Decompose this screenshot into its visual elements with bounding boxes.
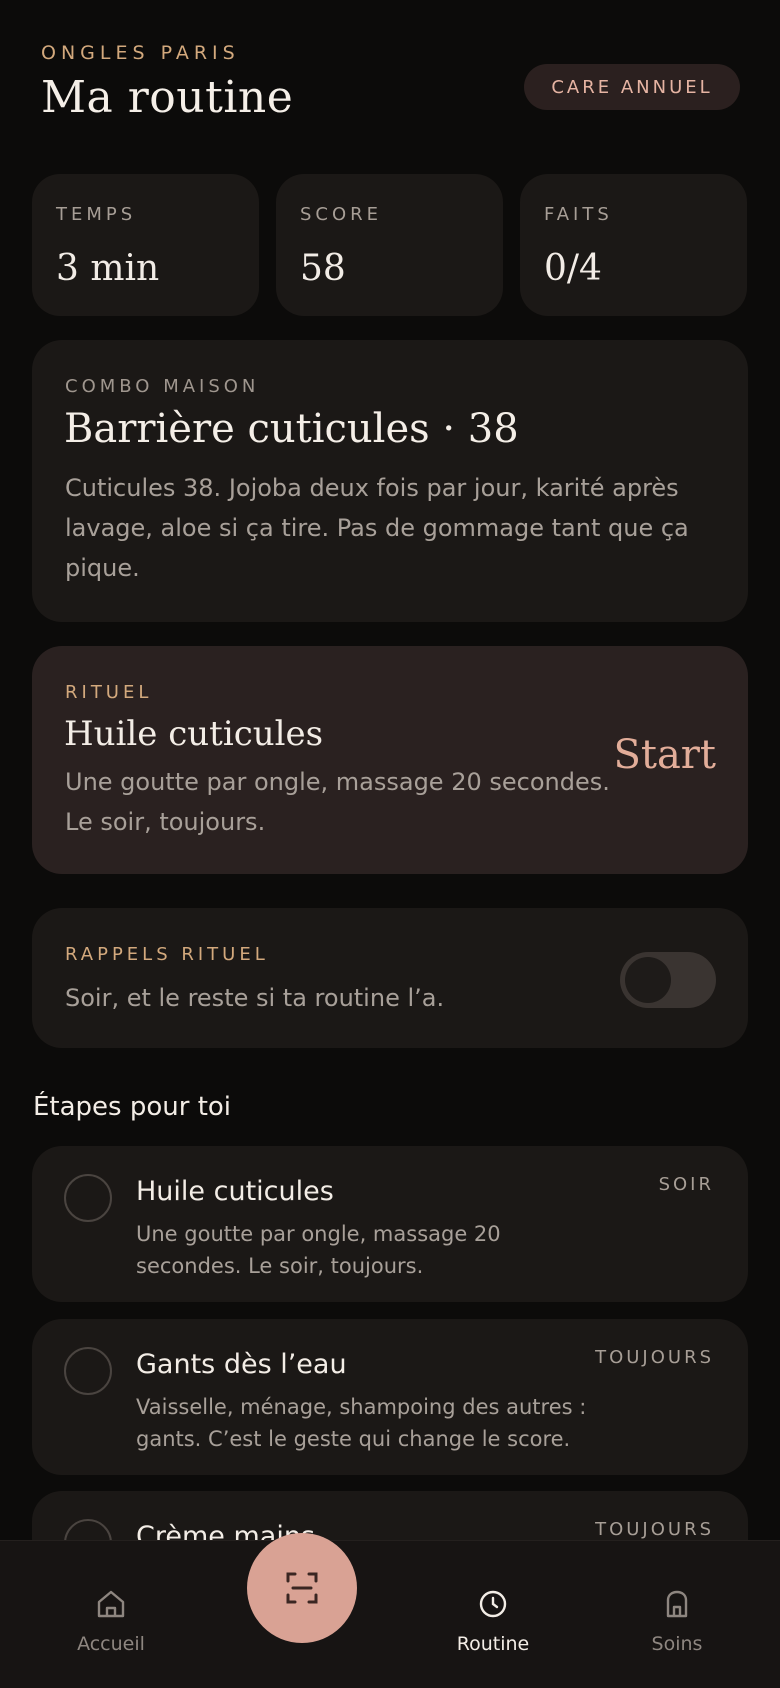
step-title: Huile cuticules — [136, 1176, 334, 1207]
combo-label: COMBO MAISON — [65, 376, 260, 397]
scan-button[interactable] — [247, 1533, 357, 1643]
step-description: Une goutte par ongle, massage 20 seconde… — [136, 1222, 501, 1278]
page-title: Ma routine — [41, 72, 294, 123]
scan-icon — [286, 1572, 318, 1604]
step-description: Vaisselle, ménage, shampoing des autres … — [136, 1395, 587, 1451]
step-card[interactable]: Huile cuticules Une goutte par ongle, ma… — [32, 1146, 748, 1302]
home-icon — [97, 1590, 125, 1618]
ritual-body: Une goutte par ongle, massage 20 seconde… — [65, 768, 610, 836]
stat-value: 58 — [300, 248, 346, 289]
reminders-toggle[interactable] — [620, 952, 716, 1008]
ritual-card[interactable]: RITUEL Huile cuticules Une goutte par on… — [32, 646, 748, 874]
ritual-title: Huile cuticules — [64, 714, 324, 754]
reminders-card: RAPPELS RITUEL Soir, et le reste si ta r… — [32, 908, 748, 1048]
clock-icon — [479, 1590, 507, 1618]
nav-label: Accueil — [77, 1633, 145, 1655]
step-tag: TOUJOURS — [595, 1347, 714, 1368]
nav-item-routine[interactable]: Routine — [423, 1587, 563, 1655]
reminders-label: RAPPELS RITUEL — [65, 944, 269, 965]
stat-card-done: FAITS 0/4 — [520, 174, 747, 316]
stat-value: 0/4 — [544, 248, 602, 289]
ritual-label: RITUEL — [65, 682, 153, 703]
care-icon — [666, 1590, 688, 1618]
bottom-nav: Accueil Routine Soins — [0, 1540, 780, 1688]
nav-item-care[interactable]: Soins — [607, 1587, 747, 1655]
stat-card-time: TEMPS 3 min — [32, 174, 259, 316]
combo-card[interactable]: COMBO MAISON Barrière cuticules · 38 Cut… — [32, 340, 748, 622]
nav-label: Routine — [456, 1633, 530, 1655]
nav-item-home[interactable]: Accueil — [41, 1587, 181, 1655]
stat-card-score: SCORE 58 — [276, 174, 503, 316]
stat-label: FAITS — [544, 204, 613, 225]
step-title: Gants dès l’eau — [136, 1349, 347, 1380]
step-tag: SOIR — [658, 1174, 714, 1195]
stat-label: TEMPS — [56, 204, 137, 225]
steps-section-title: Étapes pour toi — [33, 1092, 232, 1122]
stat-label: SCORE — [300, 204, 383, 225]
brand-label: ONGLES PARIS — [41, 42, 240, 64]
nav-label: Soins — [651, 1633, 703, 1655]
step-card[interactable]: Gants dès l’eau Vaisselle, ménage, shamp… — [32, 1319, 748, 1475]
step-checkbox[interactable] — [64, 1347, 112, 1395]
plan-badge[interactable]: CARE ANNUEL — [524, 64, 740, 110]
stat-value: 3 min — [56, 248, 160, 289]
reminders-body: Soir, et le reste si ta routine l’a. — [65, 984, 445, 1012]
combo-body: Cuticules 38. Jojoba deux fois par jour,… — [65, 474, 689, 582]
combo-title: Barrière cuticules · 38 — [64, 406, 519, 452]
step-checkbox[interactable] — [64, 1174, 112, 1222]
start-button[interactable]: Start — [613, 732, 716, 778]
step-tag: TOUJOURS — [595, 1519, 714, 1540]
toggle-knob — [625, 957, 671, 1003]
